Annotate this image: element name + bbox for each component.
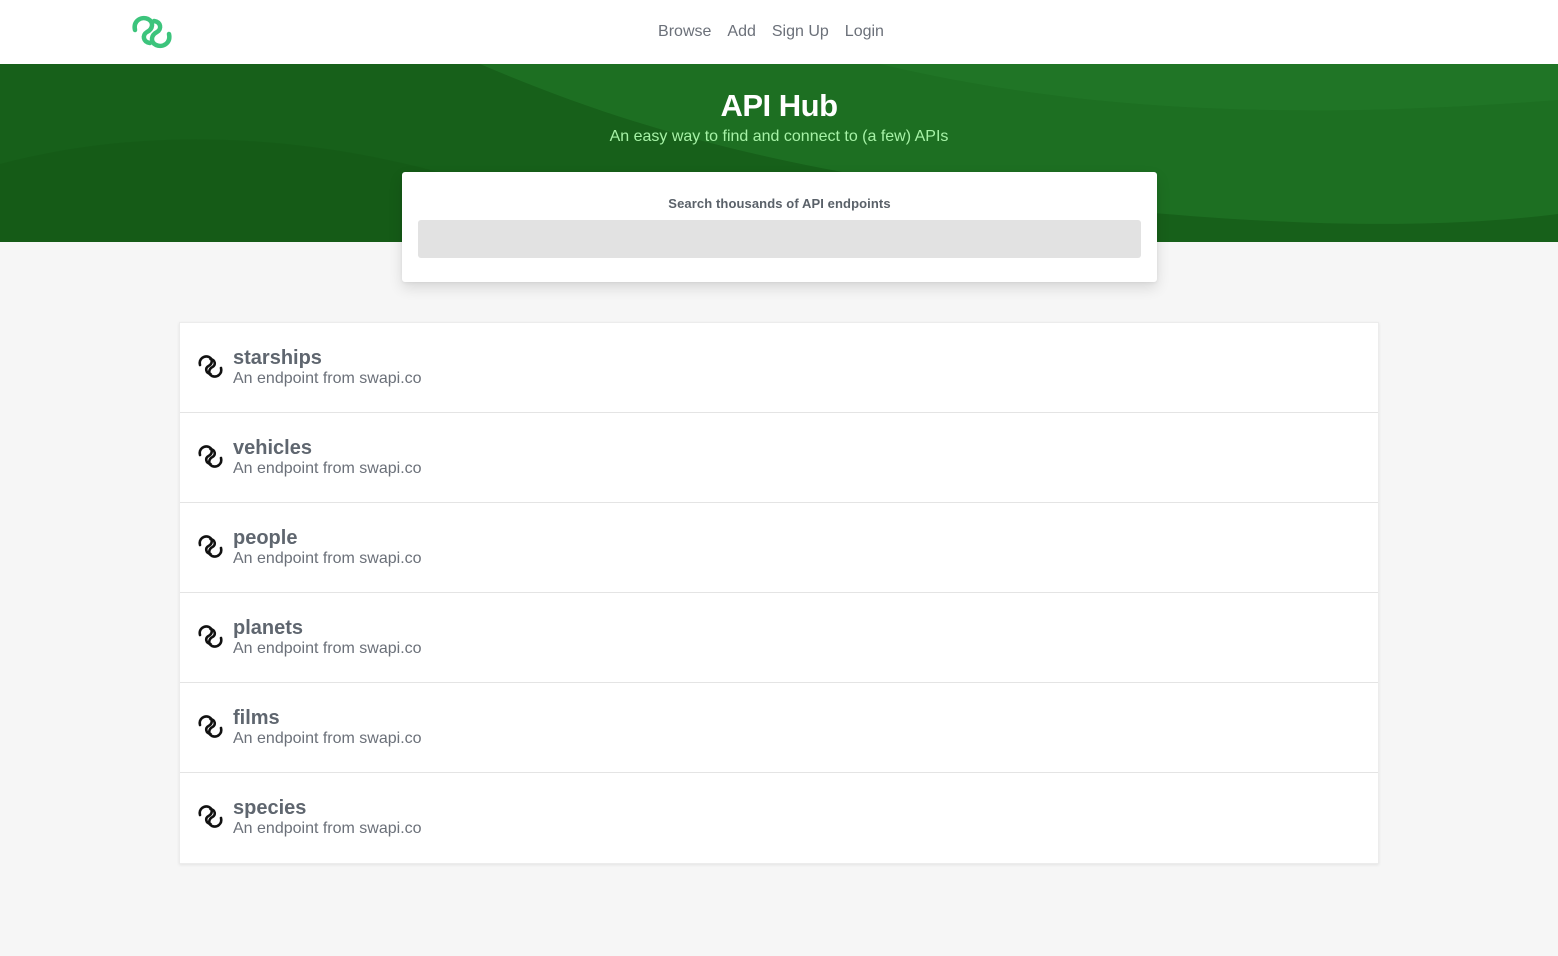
endpoint-name: vehicles <box>233 437 312 459</box>
nav-login-link[interactable]: Login <box>837 22 892 42</box>
main-nav: Browse Add Sign Up Login <box>0 0 1558 64</box>
endpoint-description: An endpoint from swapi.co <box>233 730 422 747</box>
endpoint-description: An endpoint from swapi.co <box>233 820 422 837</box>
endpoint-name: people <box>233 527 298 549</box>
page-subtitle: An easy way to find and connect to (a fe… <box>609 128 949 145</box>
list-item-vehicles[interactable]: vehicles An endpoint from swapi.co <box>180 413 1378 503</box>
list-item-planets[interactable]: planets An endpoint from swapi.co <box>180 593 1378 683</box>
list-item-starships[interactable]: starships An endpoint from swapi.co <box>180 323 1378 413</box>
endpoint-description: An endpoint from swapi.co <box>233 370 422 387</box>
chain-link-icon <box>197 533 224 560</box>
chain-link-icon <box>197 713 224 740</box>
page-title: API Hub <box>720 88 838 123</box>
chain-link-icon <box>197 353 224 380</box>
nav-signup-link[interactable]: Sign Up <box>764 22 837 42</box>
endpoint-description: An endpoint from swapi.co <box>233 640 422 657</box>
list-item-people[interactable]: people An endpoint from swapi.co <box>180 503 1378 593</box>
chain-link-icon <box>197 623 224 650</box>
search-label: Search thousands of API endpoints <box>668 196 891 211</box>
list-item-species[interactable]: species An endpoint from swapi.co <box>180 773 1378 863</box>
chain-link-icon <box>197 443 224 470</box>
endpoint-name: planets <box>233 617 304 639</box>
endpoint-description: An endpoint from swapi.co <box>233 550 422 567</box>
endpoint-description: An endpoint from swapi.co <box>233 460 422 477</box>
chain-link-icon <box>197 803 224 830</box>
endpoint-name: films <box>233 707 280 729</box>
endpoint-name: starships <box>233 347 322 369</box>
endpoint-name: species <box>233 797 307 819</box>
endpoint-list: starships An endpoint from swapi.co vehi… <box>179 322 1379 864</box>
search-input[interactable] <box>418 220 1141 258</box>
top-navbar: Browse Add Sign Up Login <box>0 0 1558 64</box>
nav-browse-link[interactable]: Browse <box>650 22 719 42</box>
nav-add-link[interactable]: Add <box>719 22 763 42</box>
search-card: Search thousands of API endpoints <box>402 172 1157 282</box>
list-item-films[interactable]: films An endpoint from swapi.co <box>180 683 1378 773</box>
